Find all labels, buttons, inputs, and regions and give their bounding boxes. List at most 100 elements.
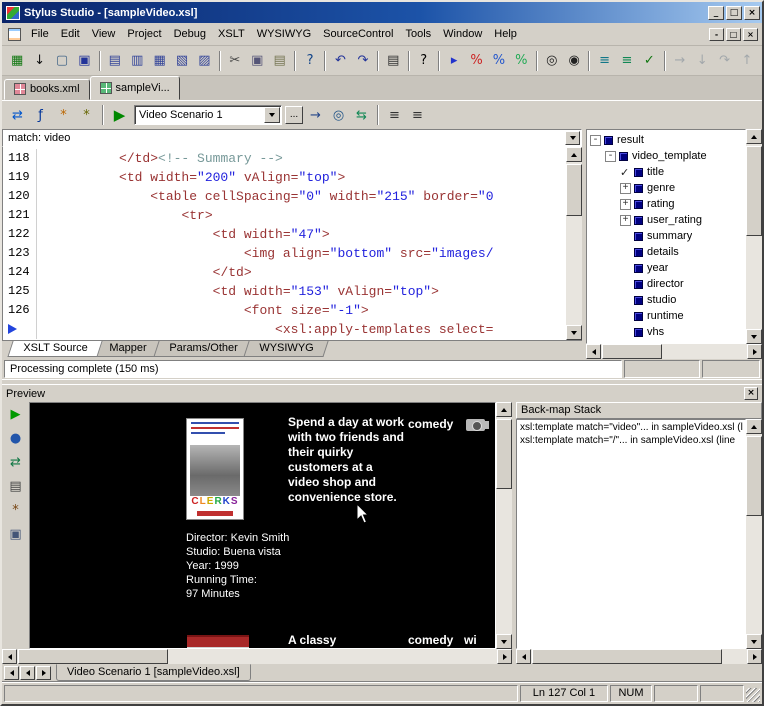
tree-vscrollbar[interactable] xyxy=(746,129,762,344)
menu-window[interactable]: Window xyxy=(437,25,488,43)
tab-scroll-prev-button[interactable] xyxy=(20,666,35,680)
scroll-thumb[interactable] xyxy=(602,344,662,359)
tree-hscrollbar[interactable] xyxy=(586,344,762,359)
scroll-track[interactable] xyxy=(566,162,582,325)
scroll-thumb[interactable] xyxy=(18,649,168,664)
scroll-up-button[interactable] xyxy=(566,147,582,162)
menu-view[interactable]: View xyxy=(86,25,122,43)
xml-editor-window-icon[interactable]: ▤ xyxy=(104,50,126,72)
editor-tab-params-other[interactable]: Params/Other xyxy=(153,341,253,357)
editor-line[interactable]: 123 <img align="bottom" src="images/ xyxy=(3,244,566,263)
word-wrap-icon[interactable]: ≡ xyxy=(383,104,406,126)
scroll-down-button[interactable] xyxy=(496,634,512,649)
xslt-preview-icon[interactable]: % xyxy=(488,50,510,72)
print-icon[interactable]: ▤ xyxy=(382,50,404,72)
tree-item-director[interactable]: director xyxy=(587,276,745,292)
scroll-thumb[interactable] xyxy=(532,649,722,664)
preview-refresh-icon[interactable]: ⇄ xyxy=(5,452,27,473)
tree-item-user_rating[interactable]: +user_rating xyxy=(587,212,745,228)
find-next-icon[interactable]: ◉ xyxy=(563,50,585,72)
child-close-button[interactable]: × xyxy=(743,28,758,41)
find-icon[interactable]: ◎ xyxy=(541,50,563,72)
scroll-thumb[interactable] xyxy=(496,419,512,489)
scenario-select[interactable]: Video Scenario 1 xyxy=(134,105,282,125)
undo-icon[interactable]: ↶ xyxy=(329,50,351,72)
code-editor[interactable]: 118 </td><!-- Summary -->119 <td width="… xyxy=(2,147,582,340)
tree-item-runtime[interactable]: runtime xyxy=(587,308,745,324)
save-icon[interactable]: ▣ xyxy=(73,50,95,72)
scroll-thumb[interactable] xyxy=(566,164,582,216)
editor-tab-wysiwyg[interactable]: WYSIWYG xyxy=(244,341,330,357)
query-window-icon[interactable]: ▧ xyxy=(171,50,193,72)
project-window-icon[interactable]: ▨ xyxy=(193,50,215,72)
xslt-mapping-icon[interactable]: % xyxy=(465,50,487,72)
bookmark-toggle-icon[interactable]: ≡ xyxy=(593,50,615,72)
expand-icon[interactable]: + xyxy=(620,199,631,210)
properties-icon[interactable]: ? xyxy=(299,50,321,72)
scenario-dropdown-button[interactable] xyxy=(264,107,280,123)
tree-item-title[interactable]: ✓title xyxy=(587,164,745,180)
editor-line[interactable]: 120 <table cellSpacing="0" width="215" b… xyxy=(3,187,566,206)
backmap-entry[interactable]: xsl:template match="/"... in sampleVideo… xyxy=(517,434,745,447)
validate-icon[interactable]: ✓ xyxy=(638,50,660,72)
menu-file[interactable]: File xyxy=(25,25,55,43)
mapper-view-icon[interactable]: ⇆ xyxy=(350,104,373,126)
tree-item-result[interactable]: -result xyxy=(587,132,745,148)
child-restore-button[interactable]: □ xyxy=(726,28,741,41)
bookmark-next-icon[interactable]: ≡ xyxy=(616,50,638,72)
scroll-track[interactable] xyxy=(746,434,762,634)
scroll-track[interactable] xyxy=(496,417,512,634)
preview-hscrollbar[interactable] xyxy=(2,649,512,664)
editor-line[interactable]: 119 <td width="200" vAlign="top"> xyxy=(3,168,566,187)
editor-line[interactable]: 118 </td><!-- Summary --> xyxy=(3,149,566,168)
tab-scroll-next-button[interactable] xyxy=(36,666,51,680)
scroll-down-button[interactable] xyxy=(746,329,762,344)
xslt-editor-window-icon[interactable]: ▦ xyxy=(148,50,170,72)
tree-item-genre[interactable]: +genre xyxy=(587,180,745,196)
collapse-icon[interactable]: - xyxy=(590,135,601,146)
browse-scenarios-button[interactable]: ... xyxy=(285,106,303,124)
preview-vscrollbar[interactable] xyxy=(496,402,512,649)
menu-wysiwyg[interactable]: WYSIWYG xyxy=(251,25,317,43)
menu-project[interactable]: Project xyxy=(121,25,167,43)
scroll-track[interactable] xyxy=(531,649,747,664)
post-process-icon[interactable]: * xyxy=(75,104,98,126)
editor-tab-mapper[interactable]: Mapper xyxy=(94,341,162,357)
menu-sourcecontrol[interactable]: SourceControl xyxy=(317,25,399,43)
preview-close-button[interactable]: × xyxy=(744,387,758,400)
scroll-right-button[interactable] xyxy=(747,344,762,359)
collapse-icon[interactable]: - xyxy=(605,151,616,162)
tree-item-video_template[interactable]: -video_template xyxy=(587,148,745,164)
scroll-left-button[interactable] xyxy=(586,344,601,359)
scroll-down-button[interactable] xyxy=(746,634,762,649)
scroll-track[interactable] xyxy=(746,144,762,329)
editor-line[interactable]: 125 <td width="153" vAlign="top"> xyxy=(3,282,566,301)
editor-line[interactable]: 121 <tr> xyxy=(3,206,566,225)
editor-vscrollbar[interactable] xyxy=(566,147,582,340)
backmap-vscrollbar[interactable] xyxy=(746,419,762,649)
scenario-properties-icon[interactable]: * xyxy=(52,104,75,126)
maximize-button[interactable]: □ xyxy=(726,6,742,20)
tree-item-studio[interactable]: studio xyxy=(587,292,745,308)
xslt-profile-icon[interactable]: % xyxy=(510,50,532,72)
menu-tools[interactable]: Tools xyxy=(399,25,437,43)
title-bar[interactable]: Stylus Studio - [sampleVideo.xsl] _ □ × xyxy=(2,2,762,23)
scroll-thumb[interactable] xyxy=(746,146,762,236)
backmap-entry[interactable]: xsl:template match="video"... in sampleV… xyxy=(517,421,745,434)
scroll-up-button[interactable] xyxy=(746,419,762,434)
schema-editor-window-icon[interactable]: ▥ xyxy=(126,50,148,72)
tab-scroll-first-button[interactable] xyxy=(4,666,19,680)
apply-stylesheet-icon[interactable]: ▸ xyxy=(443,50,465,72)
scroll-down-button[interactable] xyxy=(566,325,582,340)
scroll-thumb[interactable] xyxy=(746,436,762,516)
backmap-hscrollbar[interactable] xyxy=(516,649,762,664)
document-tab-1[interactable]: books.xml xyxy=(4,79,90,100)
scroll-track[interactable] xyxy=(17,649,497,664)
child-minimize-button[interactable]: - xyxy=(709,28,724,41)
scroll-right-button[interactable] xyxy=(497,649,512,664)
tree-item-summary[interactable]: summary xyxy=(587,228,745,244)
preview-run-icon[interactable]: ▶ xyxy=(5,404,27,425)
tree-item-vhs[interactable]: vhs xyxy=(587,324,745,340)
preview-source-icon[interactable]: ▤ xyxy=(5,476,27,497)
close-button[interactable]: × xyxy=(744,6,760,20)
